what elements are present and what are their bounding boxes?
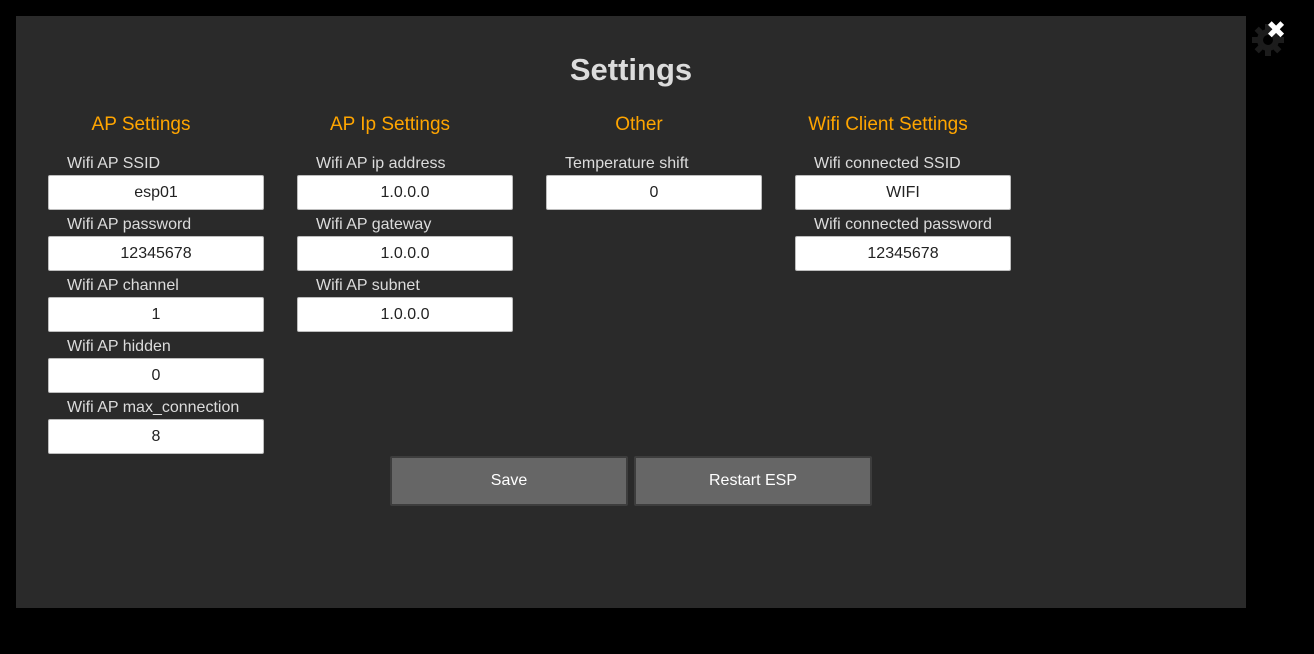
field-label: Wifi AP gateway bbox=[316, 216, 432, 233]
field-label: Wifi AP channel bbox=[67, 277, 179, 294]
wifi-connected-password-input[interactable] bbox=[795, 236, 1011, 271]
temperature-shift-field: Temperature shift bbox=[546, 153, 762, 214]
ap-password-input[interactable] bbox=[48, 236, 264, 271]
field-label: Wifi AP hidden bbox=[67, 338, 171, 355]
ap-settings-heading: AP Settings bbox=[91, 114, 191, 135]
ap-ip-address-field: Wifi AP ip address bbox=[297, 153, 513, 214]
field-label: Wifi AP max_connection bbox=[67, 399, 240, 416]
field-label: Wifi AP password bbox=[67, 216, 192, 233]
ap-max-connection-input[interactable] bbox=[48, 419, 264, 454]
field-label: Wifi connected SSID bbox=[814, 155, 961, 172]
field-label: Temperature shift bbox=[565, 155, 689, 172]
ap-hidden-input[interactable] bbox=[48, 358, 264, 393]
ap-subnet-field: Wifi AP subnet bbox=[297, 275, 513, 336]
settings-modal: Settings AP Settings Wifi AP SSID Wifi A… bbox=[16, 16, 1246, 608]
restart-esp-button[interactable]: Restart ESP bbox=[634, 456, 872, 506]
other-column: Other Temperature shift bbox=[546, 113, 762, 214]
wifi-connected-ssid-field: Wifi connected SSID bbox=[795, 153, 1011, 214]
field-label: Wifi connected password bbox=[814, 216, 992, 233]
ap-ssid-field: Wifi AP SSID bbox=[48, 153, 264, 214]
ap-channel-input[interactable] bbox=[48, 297, 264, 332]
ap-ssid-input[interactable] bbox=[48, 175, 264, 210]
ap-ip-settings-column: AP Ip Settings Wifi AP ip address Wifi A… bbox=[297, 113, 513, 336]
field-label: Wifi AP ip address bbox=[316, 155, 446, 172]
wifi-client-settings-heading: Wifi Client Settings bbox=[808, 114, 968, 135]
ap-hidden-field: Wifi AP hidden bbox=[48, 336, 264, 397]
wifi-connected-password-field: Wifi connected password bbox=[795, 214, 1011, 275]
field-label: Wifi AP subnet bbox=[316, 277, 420, 294]
ap-gateway-field: Wifi AP gateway bbox=[297, 214, 513, 275]
ap-ip-settings-heading: AP Ip Settings bbox=[329, 114, 451, 135]
ap-password-field: Wifi AP password bbox=[48, 214, 264, 275]
ap-gateway-input[interactable] bbox=[297, 236, 513, 271]
save-button[interactable]: Save bbox=[390, 456, 628, 506]
wifi-client-settings-column: Wifi Client Settings Wifi connected SSID… bbox=[795, 113, 1011, 275]
ap-subnet-input[interactable] bbox=[297, 297, 513, 332]
ap-channel-field: Wifi AP channel bbox=[48, 275, 264, 336]
temperature-shift-input[interactable] bbox=[546, 175, 762, 210]
wifi-connected-ssid-input[interactable] bbox=[795, 175, 1011, 210]
ap-max-connection-field: Wifi AP max_connection bbox=[48, 397, 264, 458]
close-icon[interactable]: ✖ bbox=[1265, 18, 1287, 44]
other-heading: Other bbox=[615, 114, 663, 135]
ap-ip-address-input[interactable] bbox=[297, 175, 513, 210]
ap-settings-column: AP Settings Wifi AP SSID Wifi AP passwor… bbox=[48, 113, 264, 458]
field-label: Wifi AP SSID bbox=[67, 155, 161, 172]
page-title: Settings bbox=[569, 52, 693, 87]
